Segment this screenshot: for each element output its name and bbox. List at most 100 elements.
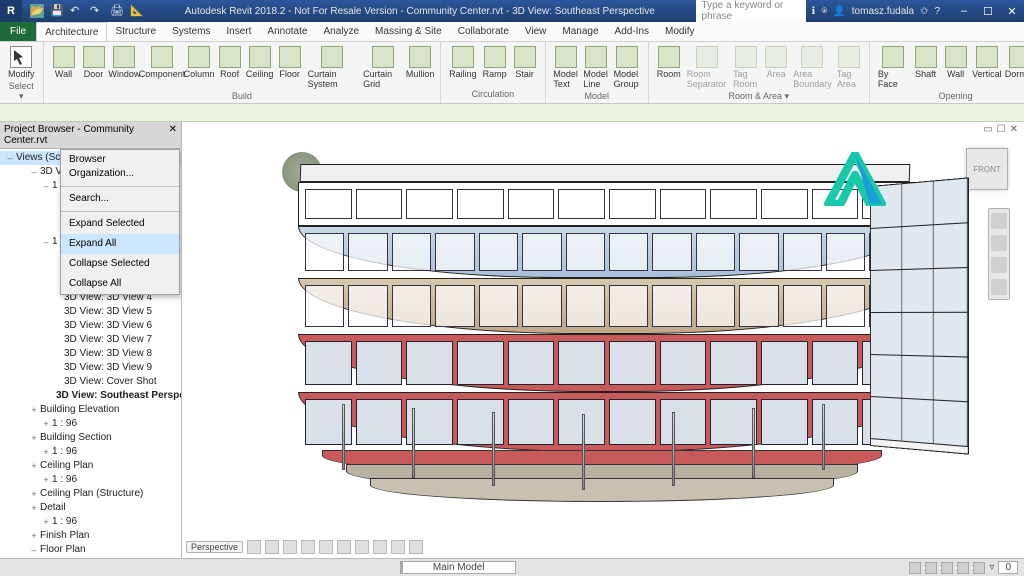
qat-measure-icon[interactable]: 📐: [130, 4, 144, 18]
select-links-icon[interactable]: [909, 562, 921, 574]
viewport-3d[interactable]: ▭ ☐ ✕ FRONT: [182, 122, 1024, 558]
reveal-hidden-icon[interactable]: [409, 540, 423, 554]
filter-icon[interactable]: ▿: [989, 562, 994, 573]
tree-row[interactable]: 3D View: Southeast Perspective: [0, 389, 181, 403]
component-button[interactable]: Component: [141, 44, 182, 81]
tab-modify[interactable]: Modify: [657, 22, 702, 41]
tree-row[interactable]: 3D View: 3D View 5: [0, 305, 181, 319]
nav-wheel-icon[interactable]: [991, 213, 1007, 229]
stair-button[interactable]: Stair: [511, 44, 539, 81]
tree-row[interactable]: +Ceiling Plan (Structure): [0, 487, 181, 501]
tree-row[interactable]: 3D View: 3D View 6: [0, 319, 181, 333]
vp-maximize-icon[interactable]: ☐: [997, 124, 1006, 135]
cm-expand-selected[interactable]: Expand Selected: [61, 214, 179, 234]
tree-row[interactable]: +1 : 192: [0, 557, 181, 558]
qat-undo-icon[interactable]: ↶: [70, 4, 84, 18]
tree-row[interactable]: +1 : 96: [0, 515, 181, 529]
nav-pan-icon[interactable]: [991, 235, 1007, 251]
cm-collapse-selected[interactable]: Collapse Selected: [61, 254, 179, 274]
by-face-button[interactable]: By Face: [876, 44, 910, 91]
tab-massing-site[interactable]: Massing & Site: [367, 22, 450, 41]
tab-insert[interactable]: Insert: [218, 22, 259, 41]
room-separator-button[interactable]: Room Separator: [685, 44, 729, 91]
railing-button[interactable]: Railing: [447, 44, 479, 81]
tab-manage[interactable]: Manage: [554, 22, 606, 41]
ramp-button[interactable]: Ramp: [481, 44, 509, 81]
select-face-icon[interactable]: [957, 562, 969, 574]
detail-level-icon[interactable]: [247, 540, 261, 554]
visual-style-icon[interactable]: [265, 540, 279, 554]
qat-open-icon[interactable]: 📂: [30, 4, 44, 18]
tab-view[interactable]: View: [517, 22, 555, 41]
sun-path-icon[interactable]: [283, 540, 297, 554]
signin-icon[interactable]: ⍟: [821, 6, 827, 17]
model-text-button[interactable]: Model Text: [552, 44, 580, 91]
view-scale[interactable]: Perspective: [186, 541, 243, 553]
tag-area-button[interactable]: Tag Area: [835, 44, 863, 91]
panel-close-icon[interactable]: ✕: [169, 124, 177, 146]
tree-row[interactable]: +1 : 96: [0, 445, 181, 459]
qat-redo-icon[interactable]: ↷: [90, 4, 104, 18]
tab-systems[interactable]: Systems: [164, 22, 218, 41]
vp-close-icon[interactable]: ✕: [1010, 124, 1018, 135]
tree-row[interactable]: +Detail: [0, 501, 181, 515]
user-icon[interactable]: 👤: [833, 6, 845, 17]
tab-collaborate[interactable]: Collaborate: [450, 22, 517, 41]
shadows-icon[interactable]: [301, 540, 315, 554]
roof-button[interactable]: Roof: [216, 44, 244, 81]
curtain-grid-button[interactable]: Curtain Grid: [361, 44, 404, 91]
tab-structure[interactable]: Structure: [107, 22, 164, 41]
ceiling-button[interactable]: Ceiling: [246, 44, 274, 81]
tree-row[interactable]: 3D View: 3D View 8: [0, 347, 181, 361]
cm-collapse-all[interactable]: Collapse All: [61, 274, 179, 294]
project-browser-tree[interactable]: –Views (Sca... Browser Organization... S…: [0, 149, 181, 558]
temporary-hide-icon[interactable]: [391, 540, 405, 554]
tag-room-button[interactable]: Tag Room: [731, 44, 760, 91]
area-button[interactable]: Area: [762, 44, 790, 81]
tab-architecture[interactable]: Architecture: [36, 22, 107, 41]
nav-orbit-icon[interactable]: [991, 279, 1007, 295]
select-underlay-icon[interactable]: [925, 562, 937, 574]
tree-row[interactable]: +1 : 96: [0, 473, 181, 487]
model-group-button[interactable]: Model Group: [612, 44, 642, 91]
tab-addins[interactable]: Add-Ins: [607, 22, 657, 41]
help-icon[interactable]: ?: [934, 6, 940, 17]
column-button[interactable]: Column: [185, 44, 214, 81]
lock-view-icon[interactable]: [373, 540, 387, 554]
vertical-button[interactable]: Vertical: [972, 44, 1003, 81]
cm-browser-org[interactable]: Browser Organization...: [61, 150, 179, 184]
tree-row[interactable]: 3D View: 3D View 7: [0, 333, 181, 347]
tree-row[interactable]: –Floor Plan: [0, 543, 181, 557]
crop-region-icon[interactable]: [355, 540, 369, 554]
floor-button[interactable]: Floor: [276, 44, 304, 81]
info-icon[interactable]: ℹ: [812, 6, 816, 17]
cm-search[interactable]: Search...: [61, 189, 179, 209]
main-model-selector[interactable]: Main Model: [402, 561, 516, 574]
mullion-button[interactable]: Mullion: [406, 44, 434, 81]
model-line-button[interactable]: Model Line: [582, 44, 610, 91]
close-button[interactable]: ✕: [1000, 5, 1024, 18]
window-button[interactable]: Window: [110, 44, 140, 81]
tree-row[interactable]: +1 : 96: [0, 417, 181, 431]
minimize-button[interactable]: –: [952, 5, 976, 18]
rendering-icon[interactable]: [319, 540, 333, 554]
select-pinned-icon[interactable]: [941, 562, 953, 574]
vp-home-icon[interactable]: ▭: [983, 124, 992, 135]
door-button[interactable]: Door: [80, 44, 108, 81]
file-tab[interactable]: File: [0, 22, 36, 41]
tree-row[interactable]: +Ceiling Plan: [0, 459, 181, 473]
modify-button[interactable]: Modify: [6, 44, 37, 81]
wall-opening-button[interactable]: Wall: [942, 44, 970, 81]
tree-row[interactable]: 3D View: Cover Shot: [0, 375, 181, 389]
tree-row[interactable]: +Finish Plan: [0, 529, 181, 543]
tree-row[interactable]: 3D View: 3D View 9: [0, 361, 181, 375]
tree-row[interactable]: +Building Section: [0, 431, 181, 445]
qat-save-icon[interactable]: 💾: [50, 4, 64, 18]
cm-expand-all[interactable]: Expand All: [61, 234, 179, 254]
tree-row[interactable]: +Building Elevation: [0, 403, 181, 417]
qat-print-icon[interactable]: 🖨: [110, 4, 124, 18]
favorite-icon[interactable]: ✩: [920, 6, 928, 17]
room-button[interactable]: Room: [655, 44, 683, 81]
curtain-system-button[interactable]: Curtain System: [306, 44, 359, 91]
area-boundary-button[interactable]: Area Boundary: [792, 44, 833, 91]
